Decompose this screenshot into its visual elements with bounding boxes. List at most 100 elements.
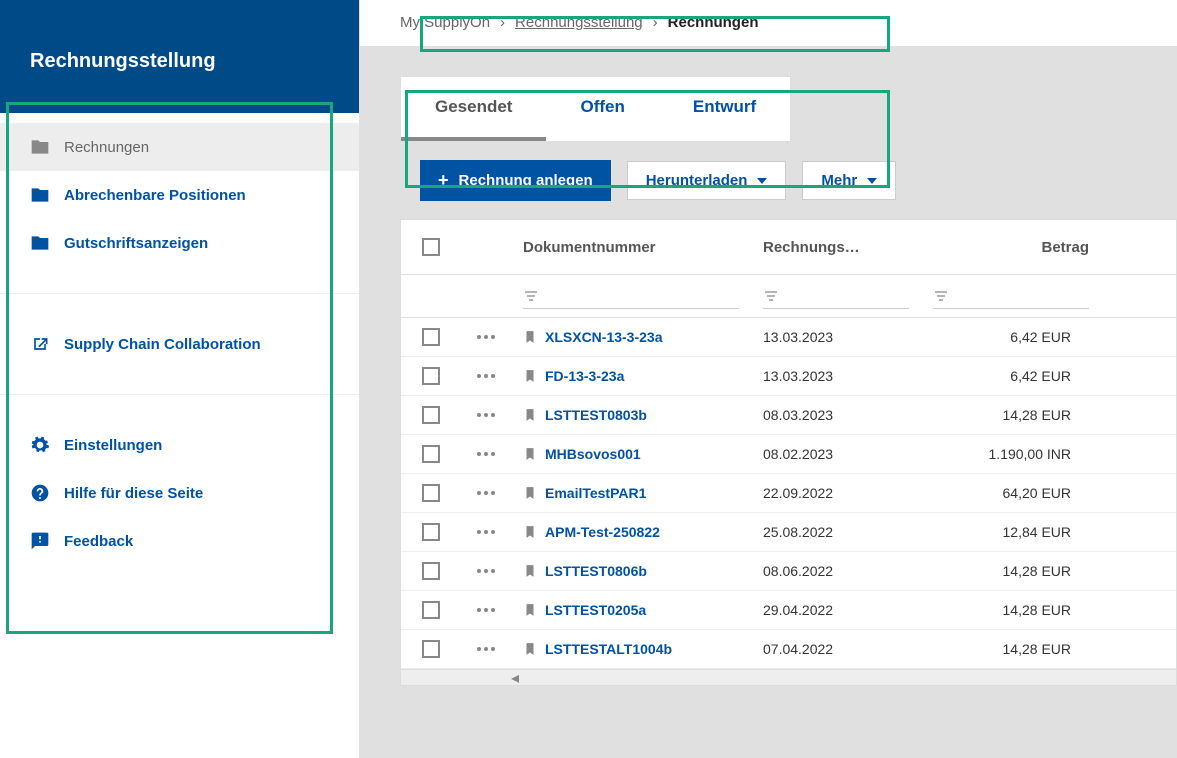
- document-number: MHBsovos001: [545, 446, 641, 462]
- plus-icon: +: [438, 170, 449, 191]
- row-checkbox[interactable]: [422, 328, 440, 346]
- row-actions-menu[interactable]: [477, 335, 495, 339]
- document-number: LSTTEST0806b: [545, 563, 647, 579]
- bookmark-icon: [523, 642, 537, 656]
- document-number: LSTTESTALT1004b: [545, 641, 672, 657]
- filter-amount[interactable]: [933, 283, 1089, 309]
- gear-icon: [30, 435, 50, 455]
- row-actions-menu[interactable]: [477, 413, 495, 417]
- breadcrumb-current: Rechnungen: [668, 14, 759, 31]
- row-actions-menu[interactable]: [477, 452, 495, 456]
- bookmark-icon: [523, 564, 537, 578]
- invoice-date: 08.06.2022: [751, 553, 921, 589]
- row-actions-menu[interactable]: [477, 608, 495, 612]
- row-actions-menu[interactable]: [477, 569, 495, 573]
- invoice-amount: 1.190,00 INR: [921, 436, 1101, 472]
- document-link[interactable]: LSTTEST0205a: [523, 602, 739, 618]
- main: My SupplyOn › Rechnungsstellung › Rechnu…: [360, 0, 1177, 758]
- invoice-date: 07.04.2022: [751, 631, 921, 667]
- chevron-right-icon: ›: [500, 14, 505, 31]
- tab-gesendet[interactable]: Gesendet: [401, 77, 546, 141]
- button-label: Mehr: [821, 172, 857, 189]
- tabs: Gesendet Offen Entwurf: [400, 76, 791, 142]
- bookmark-icon: [523, 408, 537, 422]
- document-link[interactable]: FD-13-3-23a: [523, 368, 739, 384]
- document-link[interactable]: MHBsovos001: [523, 446, 739, 462]
- invoice-date: 13.03.2023: [751, 358, 921, 394]
- invoice-amount: 14,28 EUR: [921, 592, 1101, 628]
- horizontal-scrollbar[interactable]: ◂: [401, 669, 1176, 685]
- sidebar-item-help[interactable]: Hilfe für diese Seite: [0, 469, 359, 517]
- table-row: EmailTestPAR1 22.09.202264,20 EUR: [401, 474, 1176, 513]
- bookmark-icon: [523, 330, 537, 344]
- document-number: XLSXCN-13-3-23a: [545, 329, 663, 345]
- breadcrumb-root[interactable]: My SupplyOn: [400, 14, 490, 31]
- document-link[interactable]: APM-Test-250822: [523, 524, 739, 540]
- document-number: EmailTestPAR1: [545, 485, 646, 501]
- sidebar: Rechnungsstellung Rechnungen Abrechenbar…: [0, 0, 360, 758]
- table-row: APM-Test-25082225.08.202212,84 EUR: [401, 513, 1176, 552]
- create-invoice-button[interactable]: + Rechnung anlegen: [420, 160, 611, 201]
- col-header-date[interactable]: Rechnungs…: [751, 221, 921, 274]
- select-all-checkbox[interactable]: [422, 238, 440, 256]
- row-checkbox[interactable]: [422, 640, 440, 658]
- folder-icon: [30, 233, 50, 253]
- breadcrumb-link[interactable]: Rechnungsstellung: [515, 14, 643, 31]
- download-button[interactable]: Herunterladen: [627, 161, 787, 200]
- table-row: LSTTESTALT1004b07.04.202214,28 EUR: [401, 630, 1176, 669]
- col-header-amount[interactable]: Betrag: [921, 221, 1101, 274]
- sidebar-nav-external: Supply Chain Collaboration: [0, 310, 359, 378]
- row-actions-menu[interactable]: [477, 647, 495, 651]
- divider: [0, 394, 359, 395]
- document-number: LSTTEST0803b: [545, 407, 647, 423]
- row-checkbox[interactable]: [422, 445, 440, 463]
- row-actions-menu[interactable]: [477, 491, 495, 495]
- sidebar-nav-main: Rechnungen Abrechenbare Positionen Gutsc…: [0, 113, 359, 277]
- sidebar-item-settings[interactable]: Einstellungen: [0, 421, 359, 469]
- table-row: XLSXCN-13-3-23a13.03.20236,42 EUR: [401, 318, 1176, 357]
- invoice-date: 29.04.2022: [751, 592, 921, 628]
- invoice-date: 08.03.2023: [751, 397, 921, 433]
- row-checkbox[interactable]: [422, 523, 440, 541]
- document-link[interactable]: EmailTestPAR1: [523, 485, 739, 501]
- document-link[interactable]: LSTTEST0806b: [523, 563, 739, 579]
- filter-date[interactable]: [763, 283, 909, 309]
- invoice-date: 22.09.2022: [751, 475, 921, 511]
- document-link[interactable]: LSTTESTALT1004b: [523, 641, 739, 657]
- sidebar-item-feedback[interactable]: Feedback: [0, 517, 359, 565]
- more-button[interactable]: Mehr: [802, 161, 896, 200]
- row-checkbox[interactable]: [422, 406, 440, 424]
- sidebar-item-gutschrift[interactable]: Gutschriftsanzeigen: [0, 219, 359, 267]
- sidebar-item-scc[interactable]: Supply Chain Collaboration: [0, 320, 359, 368]
- document-link[interactable]: LSTTEST0803b: [523, 407, 739, 423]
- invoice-amount: 12,84 EUR: [921, 514, 1101, 550]
- sidebar-item-rechnungen[interactable]: Rechnungen: [0, 123, 359, 171]
- invoice-date: 08.02.2023: [751, 436, 921, 472]
- invoice-amount: 6,42 EUR: [921, 319, 1101, 355]
- document-link[interactable]: XLSXCN-13-3-23a: [523, 329, 739, 345]
- row-actions-menu[interactable]: [477, 530, 495, 534]
- row-checkbox[interactable]: [422, 601, 440, 619]
- sidebar-item-label: Hilfe für diese Seite: [64, 485, 203, 502]
- row-checkbox[interactable]: [422, 484, 440, 502]
- col-header-document[interactable]: Dokumentnummer: [511, 221, 751, 274]
- filter-document[interactable]: [523, 283, 739, 309]
- folder-icon: [30, 185, 50, 205]
- invoice-amount: 6,42 EUR: [921, 358, 1101, 394]
- tab-entwurf[interactable]: Entwurf: [659, 77, 790, 141]
- table-row: MHBsovos001 08.02.20231.190,00 INR: [401, 435, 1176, 474]
- content: Gesendet Offen Entwurf + Rechnung anlege…: [360, 46, 1177, 758]
- row-actions-menu[interactable]: [477, 374, 495, 378]
- tab-offen[interactable]: Offen: [546, 77, 658, 141]
- sidebar-item-abrechenbare[interactable]: Abrechenbare Positionen: [0, 171, 359, 219]
- document-number: APM-Test-250822: [545, 524, 660, 540]
- row-checkbox[interactable]: [422, 367, 440, 385]
- invoice-amount: 64,20 EUR: [921, 475, 1101, 511]
- document-number: FD-13-3-23a: [545, 368, 624, 384]
- invoice-table: Dokumentnummer Rechnungs… Betrag XLSXCN-…: [400, 219, 1177, 686]
- chevron-down-icon: [867, 178, 877, 184]
- table-row: LSTTEST0806b08.06.202214,28 EUR: [401, 552, 1176, 591]
- row-checkbox[interactable]: [422, 562, 440, 580]
- table-row: FD-13-3-23a 13.03.20236,42 EUR: [401, 357, 1176, 396]
- sidebar-item-label: Feedback: [64, 533, 133, 550]
